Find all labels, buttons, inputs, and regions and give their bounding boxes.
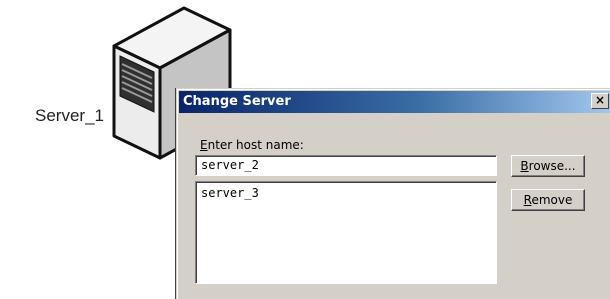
- dialog-titlebar[interactable]: Change Server: [179, 91, 610, 113]
- close-icon: ×: [594, 93, 606, 107]
- close-button[interactable]: ×: [591, 93, 609, 109]
- host-name-input[interactable]: server_2: [195, 155, 497, 176]
- browse-button[interactable]: Browse...: [511, 155, 585, 177]
- host-history-list[interactable]: server_3: [195, 181, 497, 284]
- list-item[interactable]: server_3: [201, 186, 496, 200]
- remove-button[interactable]: Remove: [511, 189, 585, 211]
- host-name-label-mnemonic: E: [200, 138, 208, 152]
- browse-button-label: rowse...: [528, 159, 576, 173]
- browse-button-mnemonic: B: [520, 159, 529, 173]
- change-server-dialog: Change Server × Enter host name: server_…: [176, 88, 610, 299]
- dialog-title: Change Server: [183, 94, 291, 109]
- remove-button-label: emove: [531, 193, 573, 207]
- server-label: Server_1: [35, 106, 104, 125]
- host-name-label-text: nter host name:: [207, 138, 304, 152]
- host-name-label: Enter host name:: [200, 138, 304, 152]
